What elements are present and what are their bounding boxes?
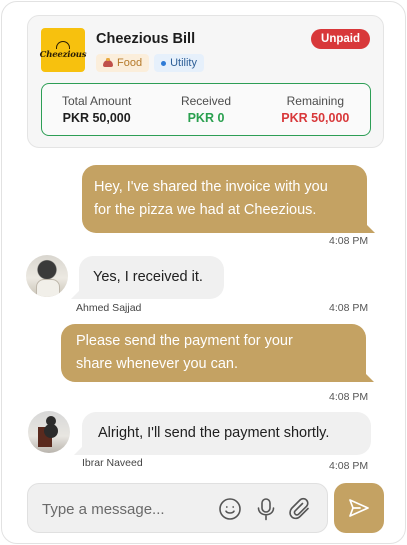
avatar[interactable] xyxy=(26,255,68,297)
merchant-logo: Cheezious xyxy=(39,28,87,72)
chat-frame: Cheezious Cheezious Bill Unpaid Food Uti… xyxy=(1,1,406,544)
tag-label: Food xyxy=(117,57,143,69)
message-bubble-incoming[interactable]: Alright, I'll send the payment shortly. xyxy=(74,412,371,455)
message-time: 4:08 PM xyxy=(329,235,369,247)
message-text-line: Please send the payment for your xyxy=(76,333,293,349)
status-badge: Unpaid xyxy=(311,29,370,49)
bill-card[interactable]: Cheezious Cheezious Bill Unpaid Food Uti… xyxy=(27,15,384,148)
message-composer xyxy=(27,483,328,533)
message-text-line: for the pizza we had at Cheezious. xyxy=(94,202,317,218)
amount-label: Total Amount xyxy=(61,94,132,108)
amount-value: PKR 0 xyxy=(187,111,225,125)
message-text: Alright, I'll send the payment shortly. xyxy=(98,425,330,441)
dot-icon xyxy=(161,60,167,66)
amount-value: PKR 50,000 xyxy=(281,111,350,125)
bill-tags: Food Utility xyxy=(96,54,204,72)
bill-title: Cheezious Bill xyxy=(96,31,196,47)
amount-label: Remaining xyxy=(286,94,344,108)
sender-name: Ibrar Naveed xyxy=(82,457,143,469)
emoji-icon[interactable] xyxy=(217,496,243,522)
amount-value: PKR 50,000 xyxy=(62,111,131,125)
paperclip-icon[interactable] xyxy=(287,496,313,522)
message-bubble-incoming[interactable]: Yes, I received it. xyxy=(71,256,224,299)
sender-name: Ahmed Sajjad xyxy=(76,302,142,314)
logo-mark xyxy=(56,40,70,49)
logo-text: Cheezious xyxy=(39,49,87,60)
amount-remaining: Remaining PKR 50,000 xyxy=(261,94,369,125)
message-text-line: share whenever you can. xyxy=(76,356,239,372)
send-button[interactable] xyxy=(334,483,384,533)
tag-utility: Utility xyxy=(154,54,204,72)
message-time: 4:08 PM xyxy=(329,302,369,314)
message-input[interactable] xyxy=(42,497,212,521)
message-text-line: Hey, I've shared the invoice with you xyxy=(94,179,328,195)
amount-label: Received xyxy=(180,94,231,108)
tag-food: Food xyxy=(96,54,150,72)
avatar[interactable] xyxy=(28,411,70,453)
message-bubble-outgoing[interactable]: Please send the payment for your share w… xyxy=(61,324,374,382)
amount-total: Total Amount PKR 50,000 xyxy=(43,94,151,125)
send-icon xyxy=(349,499,369,517)
microphone-icon[interactable] xyxy=(253,496,279,522)
amount-summary: Total Amount PKR 50,000 Received PKR 0 R… xyxy=(41,83,371,136)
message-bubble-outgoing[interactable]: Hey, I've shared the invoice with you fo… xyxy=(82,165,375,233)
tag-label: Utility xyxy=(170,57,197,69)
message-time: 4:08 PM xyxy=(329,460,369,472)
amount-received: Received PKR 0 xyxy=(152,94,260,125)
message-time: 4:08 PM xyxy=(329,391,369,403)
food-icon xyxy=(103,58,113,68)
message-text: Yes, I received it. xyxy=(93,269,203,285)
